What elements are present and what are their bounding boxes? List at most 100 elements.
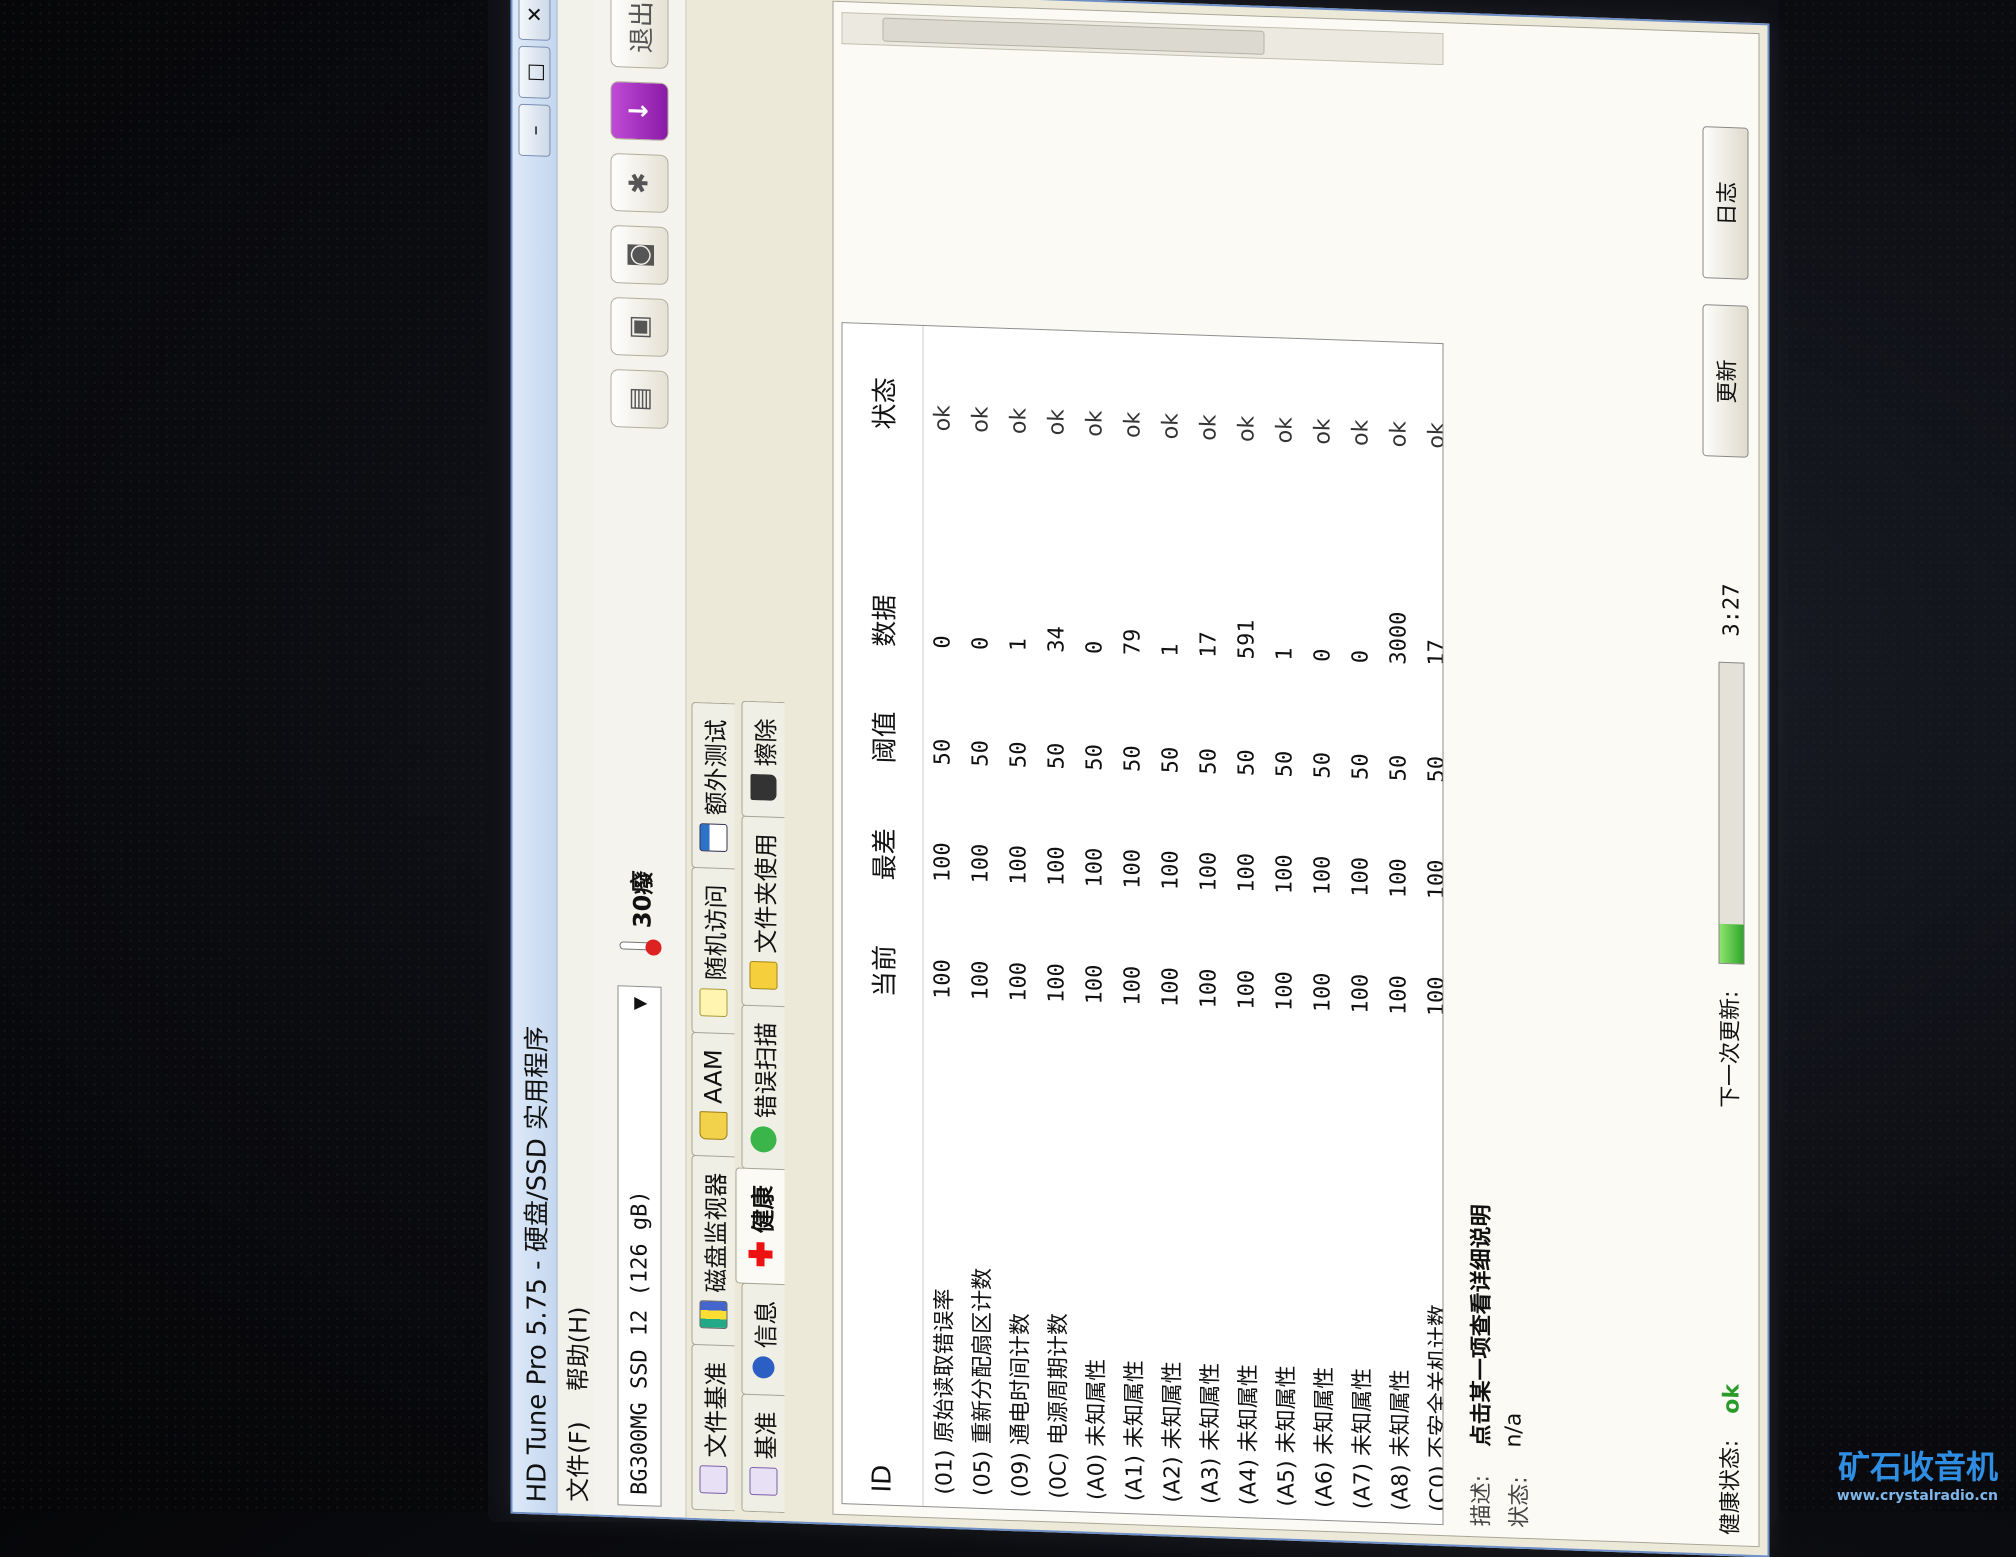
title-bar: HD Tune Pro 5.75 - 硬盘/SSD 实用程序 – □ ✕: [512, 0, 558, 1514]
copy-text-icon[interactable]: ▤: [610, 369, 669, 430]
cell-data: 17: [1196, 631, 1221, 659]
column-header-current[interactable]: 当前: [842, 890, 923, 1011]
cell-threshold: 50: [1120, 744, 1145, 773]
tab-4[interactable]: 随机访问: [691, 866, 735, 1035]
table-row[interactable]: (A2) 未知属性 100 100 50 1 ok: [1152, 334, 1190, 1515]
cell-id: (A2) 未知属性: [1160, 1360, 1186, 1504]
tab-5[interactable]: 额外测试: [691, 701, 735, 870]
column-header-threshold[interactable]: 阈值: [842, 657, 923, 777]
tab-label: 健康: [749, 1184, 777, 1234]
cell-data: 0: [1082, 640, 1107, 655]
menu-help[interactable]: 帮助(H): [558, 1306, 593, 1392]
tab-label: 文件基准: [702, 1361, 730, 1459]
column-header-data[interactable]: 数据: [842, 439, 923, 660]
table-row[interactable]: (09) 通电时间计数 100 100 50 1 ok: [1000, 329, 1038, 1510]
tab-2[interactable]: 信息: [741, 1282, 785, 1397]
cell-data: 1: [1158, 642, 1183, 658]
cell-id: (A4) 未知属性: [1236, 1363, 1262, 1506]
cell-status: ok: [1310, 417, 1335, 445]
cell-id: (C0) 不安全关机计数: [1426, 1303, 1444, 1513]
table-row[interactable]: (0C) 电源周期计数 100 100 50 34 ok: [1038, 330, 1076, 1511]
info-icon: [752, 1355, 775, 1379]
table-row[interactable]: (01) 原始读取错误率 100 100 50 0 ok: [923, 326, 962, 1507]
tab-3[interactable]: AAM: [691, 1031, 735, 1158]
exit-button[interactable]: 退出: [610, 0, 669, 70]
watermark-url: www.crystalradio.cn: [1836, 1488, 1998, 1504]
cell-current: 100: [1310, 972, 1335, 1013]
benchmark-chart-icon: [699, 1300, 728, 1330]
status-label: 状态:: [1507, 1475, 1533, 1529]
cell-data: 0: [1348, 649, 1373, 664]
cell-data: 0: [968, 636, 993, 651]
cell-status: ok: [1272, 416, 1297, 444]
tab-1[interactable]: 文件基准: [691, 1343, 735, 1512]
update-progress-bar: [1718, 662, 1745, 966]
table-row[interactable]: (C0) 不安全关机计数 100 100 50 17 ok: [1418, 343, 1444, 1524]
drive-select[interactable]: BG300MG SSD 12 (126 gB) ▼: [617, 985, 662, 1507]
temperature-value: 30癈: [628, 870, 656, 929]
options-icon[interactable]: ✱: [610, 153, 669, 214]
cell-data: 79: [1120, 628, 1145, 656]
cell-worst: 100: [1082, 847, 1107, 888]
next-update-label: 下一次更新:: [1718, 990, 1744, 1109]
save-arrow-icon[interactable]: ↓: [610, 81, 669, 142]
log-button[interactable]: 日志: [1702, 126, 1749, 281]
cell-data: 591: [1234, 619, 1259, 660]
cell-status: ok: [1082, 409, 1107, 438]
cell-threshold: 50: [1272, 750, 1297, 778]
tab-label: 错误扫描: [752, 1021, 780, 1119]
table-row[interactable]: (A5) 未知属性 100 100 50 1 ok: [1266, 338, 1304, 1519]
cell-status: ok: [930, 404, 955, 432]
cell-status: ok: [1234, 415, 1259, 443]
cell-worst: 100: [1348, 856, 1373, 898]
column-header-status[interactable]: 状态: [842, 323, 923, 443]
health-cross-icon: [748, 1241, 774, 1268]
refresh-button[interactable]: 更新: [1702, 304, 1749, 459]
cell-worst: 100: [1386, 857, 1411, 899]
table-row[interactable]: (A0) 未知属性 100 100 50 0 ok: [1076, 331, 1114, 1512]
health-status-label: 健康状态:: [1718, 1439, 1744, 1536]
copy-screenshot-icon[interactable]: ▣: [610, 297, 669, 358]
maximize-icon[interactable]: □: [518, 45, 551, 99]
cell-current: 100: [1044, 962, 1069, 1004]
table-row[interactable]: (A3) 未知属性 100 100 50 17 ok: [1190, 335, 1228, 1516]
chevron-down-icon: ▼: [627, 996, 652, 1011]
cell-threshold: 50: [1006, 741, 1031, 769]
tab-6[interactable]: 擦除: [741, 700, 785, 819]
menu-file[interactable]: 文件(F): [558, 1421, 593, 1503]
column-header-id[interactable]: ID: [842, 1007, 923, 1506]
cell-current: 100: [930, 958, 955, 1000]
close-icon[interactable]: ✕: [518, 0, 551, 41]
tab-5[interactable]: 文件夹使用: [741, 815, 785, 1008]
table-row[interactable]: (A1) 未知属性 100 100 50 79 ok: [1114, 333, 1152, 1514]
tab-label: 随机访问: [702, 883, 730, 981]
table-row[interactable]: (A8) 未知属性 100 100 50 3000 ok: [1380, 342, 1418, 1523]
tab-2[interactable]: 磁盘监视器: [691, 1154, 735, 1347]
tab-1[interactable]: 基准: [741, 1393, 785, 1514]
cell-id: (A0) 未知属性: [1084, 1358, 1110, 1501]
tab-label: 磁盘监视器: [702, 1172, 730, 1294]
camera-icon[interactable]: ◙: [610, 225, 669, 286]
table-row[interactable]: (05) 重新分配扇区计数 100 100 50 0 ok: [962, 327, 1000, 1508]
minimize-icon[interactable]: –: [518, 103, 551, 157]
column-header-worst[interactable]: 最差: [842, 773, 923, 894]
cell-worst: 100: [1196, 851, 1221, 892]
tab-4[interactable]: 错误扫描: [741, 1004, 785, 1171]
cell-data: 17: [1424, 638, 1444, 667]
scrollbar-thumb[interactable]: [882, 17, 1265, 55]
health-status-value: ok: [1719, 1383, 1745, 1415]
cell-id: (09) 通电时间计数: [1008, 1312, 1034, 1498]
cell-status: ok: [1158, 412, 1183, 440]
window-title: HD Tune Pro 5.75 - 硬盘/SSD 实用程序: [522, 1025, 552, 1503]
update-progress-fill: [1719, 924, 1744, 964]
thermometer-icon: [618, 935, 662, 959]
cell-id: (05) 重新分配扇区计数: [970, 1267, 996, 1497]
cell-current: 100: [1158, 966, 1183, 1008]
cell-status: ok: [1424, 421, 1444, 449]
table-row[interactable]: (A4) 未知属性 100 100 50 591 ok: [1228, 337, 1266, 1518]
table-row[interactable]: (A6) 未知属性 100 100 50 0 ok: [1304, 339, 1342, 1520]
vertical-scrollbar[interactable]: [841, 12, 1444, 66]
table-row[interactable]: (A7) 未知属性 100 100 50 0 ok: [1342, 341, 1380, 1522]
tab-3[interactable]: 健康: [735, 1167, 785, 1286]
cell-id: (0C) 电源周期计数: [1046, 1312, 1072, 1500]
